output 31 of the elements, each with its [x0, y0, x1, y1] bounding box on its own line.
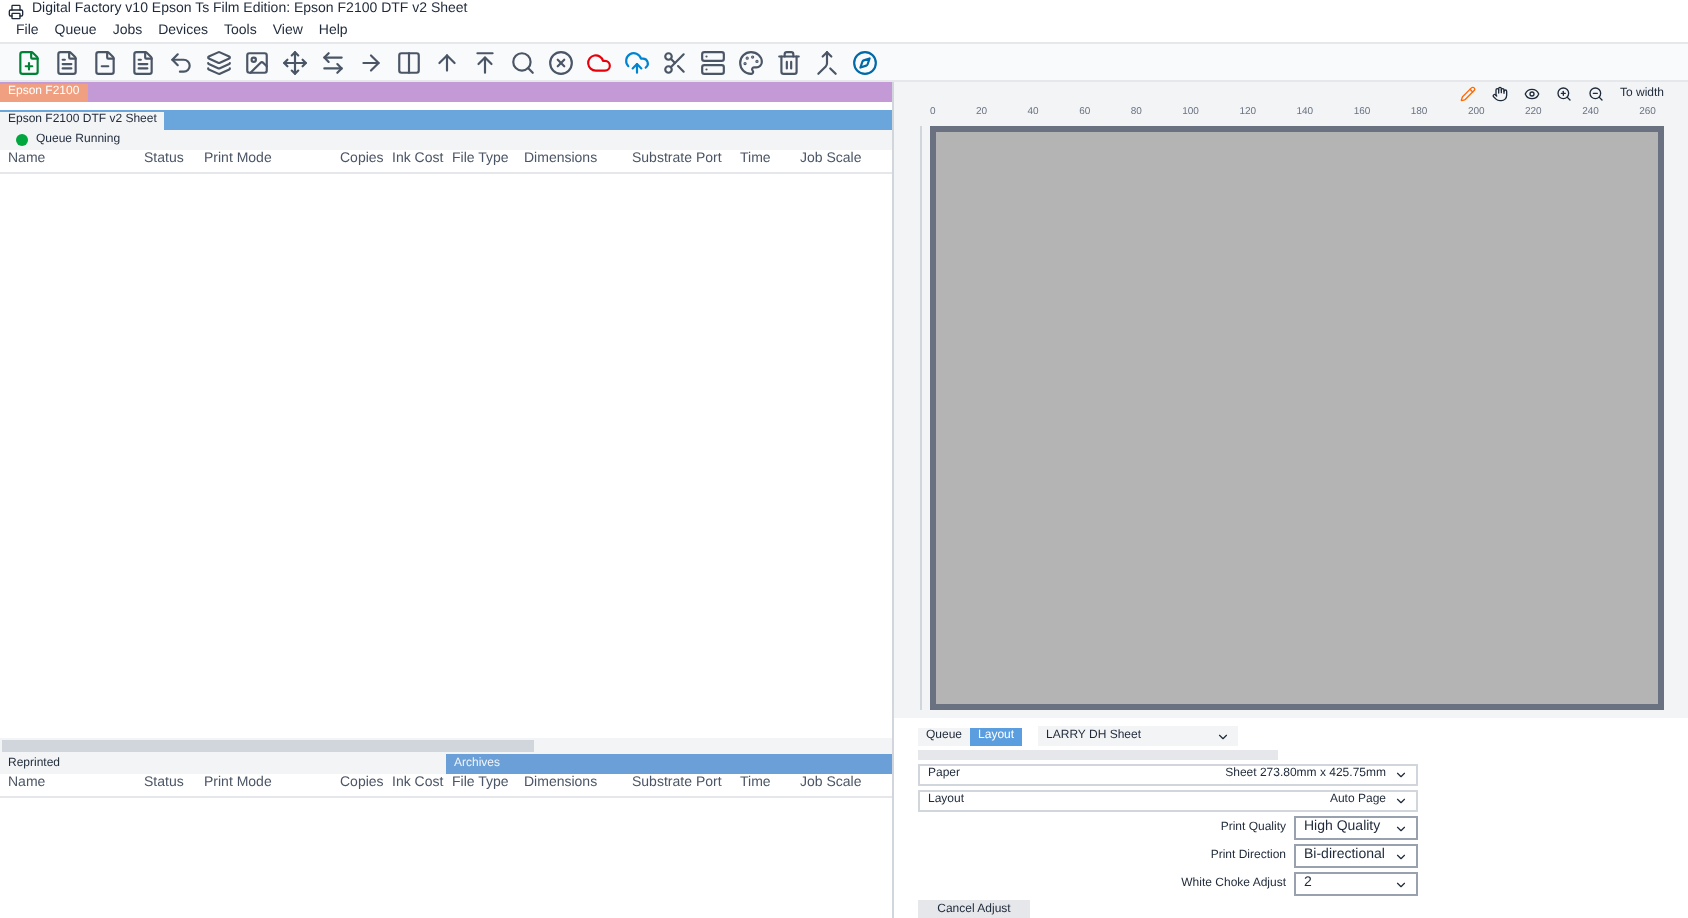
scissors-icon[interactable]	[662, 49, 688, 75]
chevron-down-icon	[1216, 729, 1231, 743]
swap-arrows-icon[interactable]	[320, 49, 346, 75]
app-icon	[8, 3, 24, 19]
merge-icon[interactable]	[814, 49, 840, 75]
cloud-upload-icon[interactable]	[624, 49, 650, 75]
search-icon[interactable]	[510, 49, 536, 75]
add-file-icon[interactable]	[16, 49, 42, 75]
arrow-up-icon[interactable]	[434, 49, 460, 75]
zoom-in-icon[interactable]	[1555, 86, 1572, 102]
palette-icon[interactable]	[738, 49, 764, 75]
image-icon[interactable]	[244, 49, 270, 75]
document-icon[interactable]	[130, 49, 156, 75]
hand-icon[interactable]	[1491, 86, 1508, 102]
cloud-icon[interactable]	[586, 49, 612, 75]
eye-icon[interactable]	[1523, 86, 1540, 102]
compass-icon[interactable]	[852, 49, 878, 75]
arrow-right-icon[interactable]	[358, 49, 384, 75]
pencil-icon[interactable]	[1459, 86, 1476, 102]
move-icon[interactable]	[282, 49, 308, 75]
trash-icon[interactable]	[776, 49, 802, 75]
zoom-out-icon[interactable]	[1587, 86, 1604, 102]
layers-icon[interactable]	[206, 49, 232, 75]
align-top-icon[interactable]	[472, 49, 498, 75]
columns-icon[interactable]	[396, 49, 422, 75]
server-icon[interactable]	[700, 49, 726, 75]
remove-file-icon[interactable]	[92, 49, 118, 75]
undo-icon[interactable]	[168, 49, 194, 75]
file-icon[interactable]	[54, 49, 80, 75]
cancel-icon[interactable]	[548, 49, 574, 75]
horizontal-scrollbar[interactable]	[0, 738, 892, 754]
